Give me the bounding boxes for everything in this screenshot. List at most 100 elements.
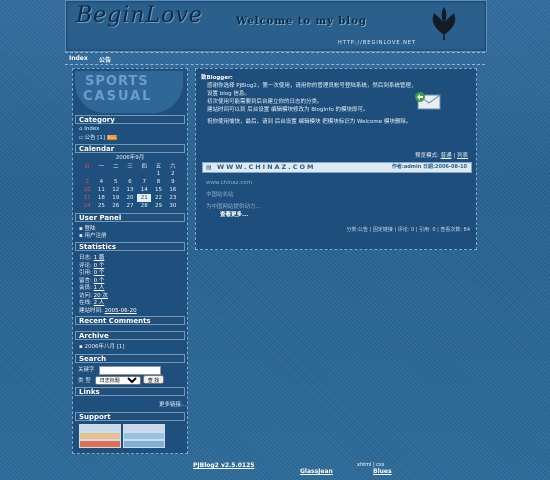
jeans-pocket: SPORTS CASUAL — [75, 71, 183, 113]
calendar-day[interactable]: 27 — [123, 202, 137, 210]
calendar-day[interactable]: 23 — [166, 194, 180, 202]
calendar-day[interactable]: 16 — [166, 186, 180, 194]
calendar-day[interactable]: 22 — [151, 194, 165, 202]
calendar-day[interactable]: 28 — [137, 202, 151, 210]
welcome-para-1: 感谢你选择 PJBlog2，第一次使用，请用你的管理员帐号登陆系统，然后到系统管… — [207, 83, 417, 97]
calendar-day[interactable]: 3 — [80, 178, 94, 186]
welcome-text: Welcome to my blog — [236, 16, 367, 27]
powered-by-link[interactable]: PJBlog2 v2.5.0125 — [193, 462, 254, 469]
calendar-day[interactable]: 19 — [109, 194, 123, 202]
site-url: HTTP://BEGINLOVE.NET — [338, 40, 417, 46]
nav-index[interactable]: Index — [69, 55, 88, 62]
home-icon: ⌂ — [79, 126, 83, 132]
support-badge-1[interactable] — [79, 424, 121, 432]
calendar-day[interactable]: 1 — [151, 170, 165, 178]
entry-title[interactable]: WWW.CHINAZ.COM — [217, 163, 316, 172]
view-normal-link[interactable]: 普通 — [441, 153, 452, 159]
support-badge-4[interactable] — [123, 432, 165, 440]
calendar-day[interactable]: 5 — [109, 178, 123, 186]
calendar-weekday: 五 — [155, 164, 162, 170]
calendar-day[interactable]: 15 — [151, 186, 165, 194]
calendar-week: 17 18 19 20 21 22 23 — [80, 194, 180, 202]
design-link[interactable]: Blues — [373, 468, 392, 475]
rss-badge[interactable]: RSS — [106, 135, 117, 140]
statistics-row: 建站时间: 2005-06-20 — [79, 306, 137, 314]
entry-title-bar: ▤ WWW.CHINAZ.COM 作者:admin 日期:2006-08-10 — [202, 162, 472, 173]
calendar-day[interactable]: 29 — [151, 202, 165, 210]
support-badge-5[interactable] — [79, 440, 121, 448]
calendar-day[interactable]: 11 — [94, 186, 108, 194]
read-more-link[interactable]: 查看更多... — [220, 211, 261, 219]
site-logo[interactable]: BeginLove — [76, 3, 203, 28]
nav-notice[interactable]: 公告 — [99, 55, 111, 64]
main-content: 致Blogger: 感谢你选择 PJBlog2，第一次使用，请用你的管理员帐号登… — [195, 68, 477, 250]
calendar-week: 24 25 26 27 28 29 30 — [80, 202, 180, 210]
support-badge-3[interactable] — [79, 432, 121, 440]
calendar-day — [80, 170, 94, 178]
calendar-day[interactable]: 17 — [80, 194, 94, 202]
entry-link-2[interactable]: 中国站长站 — [206, 191, 261, 199]
folder-icon: ▫ — [79, 135, 83, 141]
search-type-select[interactable]: 日志标题 — [94, 376, 141, 385]
calendar-day[interactable]: 6 — [123, 178, 137, 186]
register-link[interactable]: ▪ 用户注册 — [79, 231, 107, 239]
more-links[interactable]: 更多链接... — [159, 400, 186, 408]
calendar-day — [109, 170, 123, 178]
calendar-day[interactable]: 7 — [137, 178, 151, 186]
entry-link-3[interactable]: 为中国网站提供动力... — [206, 203, 261, 211]
calendar-day[interactable]: 18 — [94, 194, 108, 202]
pocket-text-sports: SPORTS — [85, 74, 149, 89]
calendar-day[interactable]: 25 — [94, 202, 108, 210]
calendar-day[interactable]: 26 — [109, 202, 123, 210]
calendar-day[interactable]: 2 — [166, 170, 180, 178]
calendar-day[interactable]: 13 — [123, 186, 137, 194]
calendar-weekday: 一 — [98, 164, 105, 170]
top-nav: Index 公告 — [65, 52, 485, 65]
search-form: 关键字 类 型日志标题查 找 — [78, 365, 165, 385]
calendar-weekday: 日 — [84, 164, 90, 170]
links-header: Links — [75, 387, 185, 396]
calendar-week: 12 — [80, 170, 180, 178]
welcome-para-4: 祝你使用愉快，最后，请到 后台设置 编辑模块 把模块标识为 Welcome 模块… — [207, 119, 412, 125]
calendar-day[interactable]: 4 — [94, 178, 108, 186]
calendar-day[interactable]: 24 — [80, 202, 94, 210]
calendar-weekday: 三 — [127, 164, 133, 170]
calendar-day[interactable]: 30 — [166, 202, 180, 210]
banner: BeginLove Welcome to my blog HTTP://BEGI… — [65, 0, 487, 52]
calendar-day[interactable]: 21 — [137, 194, 152, 202]
keyword-label: 关键字 — [78, 367, 95, 373]
leaf-icon — [432, 7, 456, 40]
support-header: Support — [75, 412, 185, 421]
category-header: Category — [75, 115, 185, 124]
calendar-day[interactable]: 9 — [166, 178, 180, 186]
sidebar: SPORTS CASUAL Category ⌂ Index ▫ 公告 [1] … — [72, 68, 188, 454]
entry-meta: 分类:公告 | 固定链接 | 评论: 0 | 引用: 0 | 查看次数: 84 — [346, 227, 470, 233]
calendar-day[interactable]: 12 — [109, 186, 123, 194]
category-item-notice[interactable]: ▫ 公告 [1] RSS — [79, 133, 117, 141]
calendar-day[interactable]: 14 — [137, 186, 151, 194]
support-badge-6[interactable] — [123, 440, 165, 448]
calendar-day[interactable]: 8 — [151, 178, 165, 186]
category-item-index[interactable]: ⌂ Index — [79, 126, 99, 132]
search-button[interactable]: 查 找 — [142, 375, 165, 384]
entry-link-1[interactable]: www.chinaz.com — [206, 179, 261, 187]
user-panel-header: User Panel — [75, 213, 185, 222]
bullet-icon: ▪ — [79, 233, 83, 239]
statistics-header: Statistics — [75, 242, 185, 251]
greeting: 致Blogger: — [201, 75, 233, 81]
search-input[interactable] — [98, 365, 161, 375]
search-header: Search — [75, 354, 185, 363]
support-badge-2[interactable] — [123, 424, 165, 432]
statistics-value: 2005-06-20 — [104, 307, 137, 314]
archive-header: Archive — [75, 331, 185, 340]
skin-link[interactable]: GlassJean — [300, 468, 333, 475]
calendar-weekday: 四 — [141, 164, 148, 170]
calendar-day[interactable]: 10 — [80, 186, 94, 194]
entry-author-date: 作者:admin 日期:2006-08-10 — [391, 164, 467, 170]
view-list-link[interactable]: 列表 — [457, 153, 468, 159]
calendar-week: 3456789 — [80, 178, 180, 186]
view-mode-label: 预览模式: — [415, 153, 439, 159]
calendar-day[interactable]: 20 — [123, 194, 137, 202]
archive-item[interactable]: ▪ 2006年八月 [1] — [79, 342, 125, 350]
calendar-day — [137, 170, 151, 178]
